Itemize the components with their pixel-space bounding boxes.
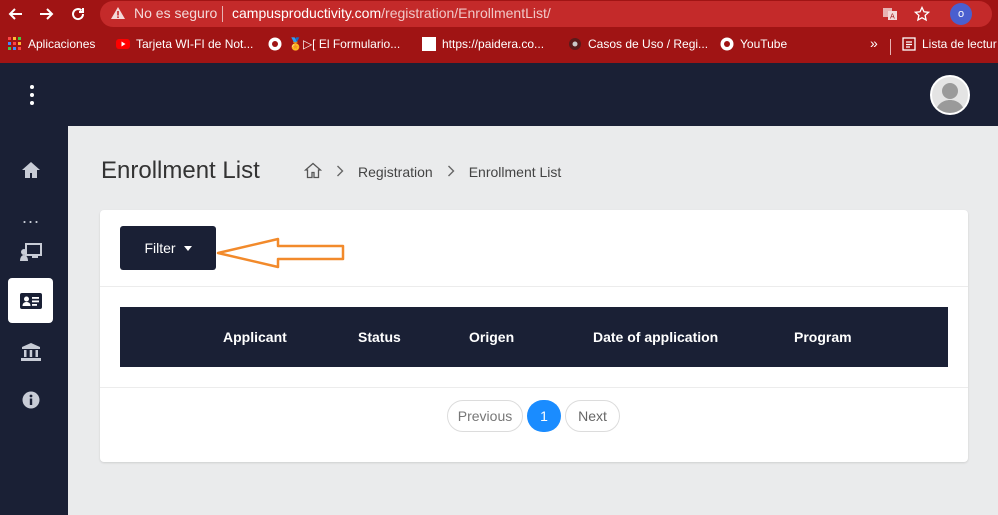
column-date-of-application[interactable]: Date of application	[593, 329, 718, 345]
breadcrumb-registration[interactable]: Registration	[358, 164, 433, 180]
page-title: Enrollment List	[101, 157, 260, 184]
browser-toolbar: No es seguro campusproductivity.com/regi…	[0, 0, 998, 29]
reading-list-button[interactable]: Lista de lectur	[902, 37, 997, 51]
filter-button[interactable]: Filter	[120, 226, 216, 270]
youtube-icon	[116, 39, 130, 49]
reading-list-icon	[902, 37, 916, 51]
globe-icon	[720, 37, 734, 51]
back-arrow-icon[interactable]	[4, 2, 28, 26]
table-header: Applicant Status Origen Date of applicat…	[120, 307, 948, 367]
bookmarks-overflow-button[interactable]: »	[870, 35, 878, 51]
chevron-right-icon	[336, 164, 344, 180]
bookmark-paidera[interactable]: https://paidera.co...	[422, 37, 544, 51]
blank-page-icon	[422, 37, 436, 51]
bookmarks-separator	[890, 39, 891, 55]
address-bar[interactable]: No es seguro campusproductivity.com/regi…	[100, 1, 992, 27]
column-applicant[interactable]: Applicant	[223, 329, 287, 345]
previous-page-button[interactable]: Previous	[447, 400, 523, 432]
divider	[100, 387, 968, 388]
overflow-label: »	[870, 35, 878, 51]
omnibox-separator	[222, 6, 223, 22]
apps-grid-icon	[8, 37, 21, 50]
divider	[100, 286, 968, 287]
bookmark-label: YouTube	[740, 37, 788, 51]
sidebar-item-institution[interactable]	[8, 329, 53, 374]
filter-label: Filter	[144, 240, 176, 256]
bookmark-casos[interactable]: Casos de Uso / Regi...	[568, 37, 708, 51]
id-card-icon	[19, 292, 42, 309]
column-origen[interactable]: Origen	[469, 329, 514, 345]
home-icon[interactable]	[303, 162, 323, 182]
sidebar-item-teachers[interactable]	[8, 229, 53, 274]
app-header	[0, 63, 998, 126]
warning-icon	[110, 6, 126, 23]
info-icon	[22, 391, 39, 408]
user-avatar-icon[interactable]	[930, 75, 970, 115]
url-text[interactable]: campusproductivity.com/registration/Enro…	[232, 5, 551, 21]
caret-down-icon	[183, 245, 192, 251]
site-icon	[569, 38, 581, 50]
bookmark-formulario[interactable]: 🏅▷[ El Formulario...	[268, 37, 400, 51]
star-icon[interactable]	[912, 4, 932, 24]
more-dots-icon[interactable]: ...	[22, 208, 40, 226]
institution-icon	[20, 342, 41, 361]
bookmark-apps[interactable]: Aplicaciones	[8, 37, 95, 51]
page-1-button[interactable]: 1	[527, 400, 561, 432]
reading-list-label: Lista de lectur	[922, 37, 997, 51]
security-status[interactable]: No es seguro	[134, 5, 217, 21]
forward-arrow-icon[interactable]	[34, 2, 58, 26]
bookmark-label: Tarjeta WI-FI de Not...	[136, 37, 254, 51]
bookmark-label: 🏅▷[ El Formulario...	[288, 37, 401, 51]
sidebar-item-info[interactable]	[8, 377, 53, 422]
reload-icon[interactable]	[66, 2, 90, 26]
bookmark-label: Aplicaciones	[28, 37, 96, 51]
sidebar: ...	[0, 126, 68, 515]
url-path: /registration/EnrollmentList/	[381, 5, 551, 21]
bookmark-tarjeta[interactable]: Tarjeta WI-FI de Not...	[116, 37, 253, 51]
bookmark-label: https://paidera.co...	[442, 37, 545, 51]
translate-icon[interactable]: A	[880, 4, 900, 24]
home-icon	[21, 161, 40, 178]
url-host: campusproductivity.com	[232, 5, 382, 21]
next-page-button[interactable]: Next	[565, 400, 620, 432]
annotation-arrow-icon	[216, 237, 345, 269]
sidebar-item-enrollment[interactable]	[8, 278, 53, 323]
teacher-board-icon	[19, 242, 42, 261]
globe-icon	[268, 37, 282, 51]
bookmark-youtube[interactable]: YouTube	[720, 37, 787, 51]
bookmarks-bar: Aplicaciones Tarjeta WI-FI de Not... 🏅▷[…	[0, 29, 998, 63]
breadcrumb-enrollment-list: Enrollment List	[468, 164, 562, 180]
svg-text:A: A	[890, 13, 895, 21]
sidebar-item-home[interactable]	[8, 147, 53, 192]
column-status[interactable]: Status	[358, 329, 401, 345]
breadcrumb: Registration Enrollment List	[303, 162, 562, 182]
column-program[interactable]: Program	[794, 329, 852, 345]
kebab-menu-icon[interactable]	[28, 85, 36, 105]
chevron-right-icon	[447, 164, 455, 180]
bookmark-label: Casos de Uso / Regi...	[588, 37, 709, 51]
profile-avatar[interactable]: o	[950, 3, 972, 25]
